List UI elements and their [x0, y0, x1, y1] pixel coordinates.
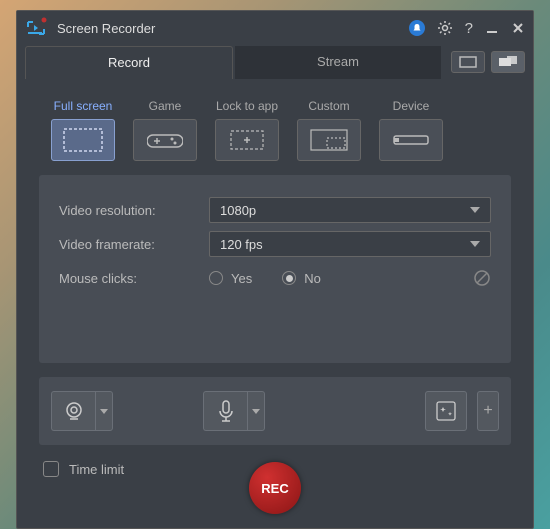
mode-custom[interactable]: Custom: [297, 99, 361, 161]
mic-button[interactable]: [203, 391, 247, 431]
settings-panel: Video resolution: 1080p Video framerate:…: [39, 175, 511, 363]
radio-yes[interactable]: Yes: [209, 271, 252, 286]
close-icon[interactable]: [511, 21, 525, 35]
radio-label: Yes: [231, 271, 252, 286]
disabled-icon: [473, 269, 491, 287]
tabs-row: Record Stream: [17, 45, 533, 79]
main-tabs: Record Stream: [25, 46, 443, 79]
device-icon: [379, 119, 443, 161]
chevron-down-icon: [100, 409, 108, 414]
row-framerate: Video framerate: 120 fps: [59, 227, 491, 261]
capture-modes: Full screen Game Lock to app Custom: [39, 99, 511, 161]
app-window: Screen Recorder ? Record Stream: [16, 10, 534, 529]
webcam-icon: [62, 399, 86, 423]
sources-row: +: [39, 377, 511, 445]
label-resolution: Video resolution:: [59, 203, 209, 218]
minimize-icon[interactable]: [485, 21, 499, 35]
select-value: 120 fps: [220, 237, 263, 252]
mode-label: Custom: [308, 99, 349, 113]
fullscreen-icon: [51, 119, 115, 161]
webcam-caret[interactable]: [95, 391, 113, 431]
notification-icon[interactable]: [409, 20, 425, 36]
mic-caret[interactable]: [247, 391, 265, 431]
display-single-icon[interactable]: [451, 51, 485, 73]
select-framerate[interactable]: 120 fps: [209, 231, 491, 257]
content: Full screen Game Lock to app Custom: [17, 79, 533, 528]
radio-dot-icon: [282, 271, 296, 285]
effects-button[interactable]: [425, 391, 467, 431]
chevron-down-icon: [470, 241, 480, 247]
mic-source: [203, 391, 265, 431]
settings-icon[interactable]: [437, 20, 453, 36]
mouse-radio-group: Yes No: [209, 271, 321, 286]
help-icon[interactable]: ?: [465, 20, 473, 37]
select-resolution[interactable]: 1080p: [209, 197, 491, 223]
chevron-down-icon: [252, 409, 260, 414]
radio-dot-icon: [209, 271, 223, 285]
mode-label: Device: [393, 99, 430, 113]
time-limit-checkbox[interactable]: [43, 461, 59, 477]
tab-record[interactable]: Record: [25, 46, 233, 79]
lock-to-app-icon: [215, 119, 279, 161]
mode-lock-to-app[interactable]: Lock to app: [215, 99, 279, 161]
chevron-down-icon: [470, 207, 480, 213]
mode-fullscreen[interactable]: Full screen: [51, 99, 115, 161]
app-logo-icon: [25, 17, 47, 39]
radio-no[interactable]: No: [282, 271, 321, 286]
row-resolution: Video resolution: 1080p: [59, 193, 491, 227]
display-multi-icon[interactable]: [491, 51, 525, 73]
row-mouse-clicks: Mouse clicks: Yes No: [59, 261, 491, 295]
titlebar-controls: ?: [409, 20, 525, 37]
webcam-source: [51, 391, 113, 431]
label-framerate: Video framerate:: [59, 237, 209, 252]
mode-device[interactable]: Device: [379, 99, 443, 161]
select-value: 1080p: [220, 203, 256, 218]
add-source-button[interactable]: +: [477, 391, 499, 431]
effects-icon: [435, 400, 457, 422]
radio-label: No: [304, 271, 321, 286]
time-limit-label: Time limit: [69, 462, 124, 477]
mic-icon: [215, 399, 237, 423]
label-mouse-clicks: Mouse clicks:: [59, 271, 209, 286]
app-title: Screen Recorder: [57, 21, 409, 36]
webcam-button[interactable]: [51, 391, 95, 431]
mode-label: Lock to app: [216, 99, 278, 113]
record-label: REC: [261, 481, 288, 496]
mode-label: Game: [149, 99, 182, 113]
mode-game[interactable]: Game: [133, 99, 197, 161]
record-button[interactable]: REC: [249, 462, 301, 514]
game-icon: [133, 119, 197, 161]
titlebar: Screen Recorder ?: [17, 11, 533, 45]
custom-icon: [297, 119, 361, 161]
tab-stream[interactable]: Stream: [235, 46, 441, 79]
display-buttons: [451, 51, 525, 73]
mode-label: Full screen: [54, 99, 113, 113]
